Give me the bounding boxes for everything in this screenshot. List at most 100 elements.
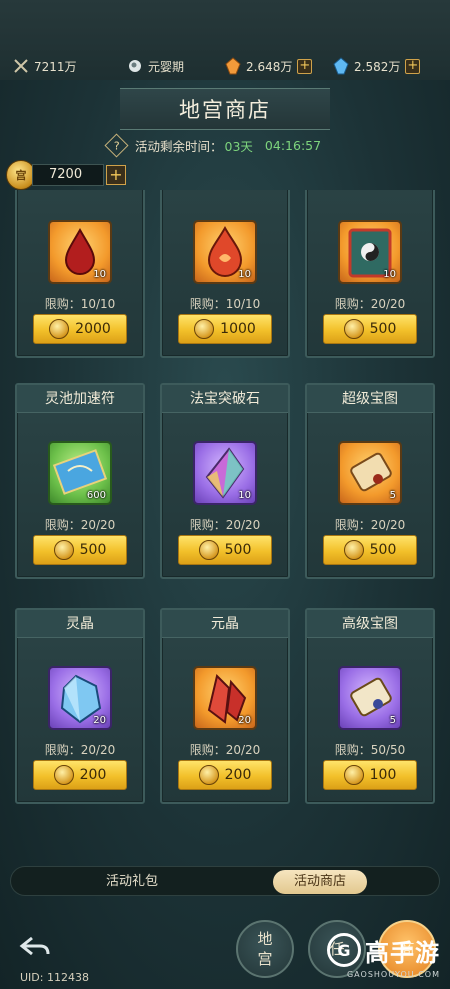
dungeon-label-1: 地 [257, 930, 273, 948]
item-qty: 10 [93, 269, 106, 280]
item-name: 灵晶 [17, 610, 143, 638]
orange-crystal-value: 2.648万 [246, 59, 293, 74]
item-slot[interactable]: 5 [338, 666, 402, 730]
page-title: 地宫商店 [179, 98, 271, 122]
watermark: G 高手游 [327, 932, 440, 968]
price: 500 [369, 321, 397, 337]
item-qty: 10 [238, 490, 251, 501]
title-plate: 地宫商店 [120, 88, 330, 130]
buy-button[interactable]: 500 [323, 314, 417, 344]
price: 2000 [75, 321, 111, 337]
buy-button[interactable]: 1000 [178, 314, 272, 344]
price: 1000 [220, 321, 256, 337]
item-qty: 20 [93, 715, 106, 726]
spirit-orb-icon [126, 57, 144, 75]
combat-power-value: 7211万 [34, 59, 77, 74]
shop-coin-balance: 宫 7200 + [6, 160, 126, 190]
item-slot[interactable]: 20 [193, 666, 257, 730]
price: 500 [79, 542, 107, 558]
item-name: 高级宝图 [307, 610, 433, 638]
coin-icon [343, 319, 364, 339]
purchase-limit: 限购：50/50 [334, 743, 406, 757]
coin-icon [194, 319, 215, 339]
blue-crystal-currency: 2.582万 + [332, 55, 421, 77]
coin-icon [198, 765, 219, 785]
shop-card-3[interactable]: 10 限购：20/20 500 [305, 190, 435, 358]
resource-bar: 7211万 元婴期 2.648万 + 2.582万 + [0, 0, 450, 80]
user-id: UID: 112438 [20, 971, 89, 984]
buy-button[interactable]: 200 [178, 760, 272, 790]
shop-card-6[interactable]: 超级宝图 5 限购：20/20 500 [305, 383, 435, 579]
add-coin-button[interactable]: + [106, 165, 126, 185]
item-qty: 5 [389, 715, 396, 726]
buy-button[interactable]: 2000 [33, 314, 127, 344]
dungeon-button[interactable]: 地 宫 [236, 920, 294, 978]
timer-time: 04:16:57 [264, 137, 322, 153]
purchase-limit: 限购：20/20 [189, 743, 261, 757]
orange-crystal-currency: 2.648万 + [224, 55, 313, 77]
shop-card-4[interactable]: 灵池加速符 600 限购：20/20 500 [15, 383, 145, 579]
add-orange-crystal-button[interactable]: + [297, 58, 313, 74]
item-slot[interactable]: 600 [48, 441, 112, 505]
item-slot[interactable]: 10 [193, 220, 257, 284]
item-slot[interactable]: 10 [48, 220, 112, 284]
back-button[interactable] [18, 934, 52, 962]
timer-days: 03天 [224, 138, 253, 154]
shop-card-5[interactable]: 法宝突破石 10 限购：20/20 500 [160, 383, 290, 579]
add-blue-crystal-button[interactable]: + [405, 58, 421, 74]
item-slot[interactable]: 20 [48, 666, 112, 730]
coin-icon [343, 540, 364, 560]
tab-event-shop[interactable]: 活动商店 [273, 870, 367, 894]
shop-card-7[interactable]: 灵晶 20 限购：20/20 200 [15, 608, 145, 804]
watermark-text: 高手游 [365, 938, 440, 967]
coin-icon [49, 319, 70, 339]
price: 200 [79, 767, 107, 783]
purchase-limit: 限购：20/20 [44, 743, 116, 757]
purchase-limit: 限购：20/20 [44, 518, 116, 532]
shop-card-1[interactable]: 10 限购：10/10 2000 [15, 190, 145, 358]
crossed-swords-icon [12, 57, 30, 75]
item-name: 法宝突破石 [162, 385, 288, 413]
price: 500 [224, 542, 252, 558]
item-qty: 20 [238, 715, 251, 726]
event-timer: ? 活动剩余时间： 03天 04:16:57 [104, 132, 322, 158]
help-icon[interactable]: ? [104, 132, 129, 158]
shop-card-2[interactable]: 10 限购：10/10 1000 [160, 190, 290, 358]
back-arrow-icon [19, 936, 50, 956]
item-slot[interactable]: 10 [193, 441, 257, 505]
realm-indicator: 元婴期 [126, 55, 184, 77]
orange-crystal-icon [224, 57, 242, 75]
item-qty: 5 [389, 490, 396, 501]
buy-button[interactable]: 500 [323, 535, 417, 565]
buy-button[interactable]: 500 [33, 535, 127, 565]
coin-icon [198, 540, 219, 560]
purchase-limit: 限购：20/20 [334, 518, 406, 532]
item-qty: 10 [238, 269, 251, 280]
item-name: 元晶 [162, 610, 288, 638]
shop-card-8[interactable]: 元晶 20 限购：20/20 200 [160, 608, 290, 804]
item-qty: 600 [86, 490, 106, 501]
item-slot[interactable]: 5 [338, 441, 402, 505]
item-name: 灵池加速符 [17, 385, 143, 413]
timer-label: 活动剩余时间： [135, 138, 223, 154]
shop-item-grid: 10 限购：10/10 2000 10 限购：10/10 1000 10 限购：… [0, 190, 450, 850]
purchase-limit: 限购：20/20 [189, 518, 261, 532]
item-name: 超级宝图 [307, 385, 433, 413]
realm-value: 元婴期 [148, 59, 185, 74]
item-slot[interactable]: 10 [338, 220, 402, 284]
coin-icon [343, 765, 364, 785]
coin-icon [53, 540, 74, 560]
combat-power: 7211万 [12, 55, 77, 77]
dungeon-label-2: 宫 [257, 950, 273, 968]
coin-amount: 7200 [32, 164, 104, 186]
blue-crystal-icon [332, 57, 350, 75]
tab-event-gift[interactable]: 活动礼包 [77, 870, 187, 894]
watermark-logo: G [327, 933, 361, 967]
blue-crystal-value: 2.582万 [354, 59, 401, 74]
purchase-limit: 限购：20/20 [334, 297, 406, 311]
shop-card-9[interactable]: 高级宝图 5 限购：50/50 100 [305, 608, 435, 804]
buy-button[interactable]: 500 [178, 535, 272, 565]
buy-button[interactable]: 100 [323, 760, 417, 790]
buy-button[interactable]: 200 [33, 760, 127, 790]
watermark-url: GAOSHOUYOU.COM [346, 970, 440, 979]
